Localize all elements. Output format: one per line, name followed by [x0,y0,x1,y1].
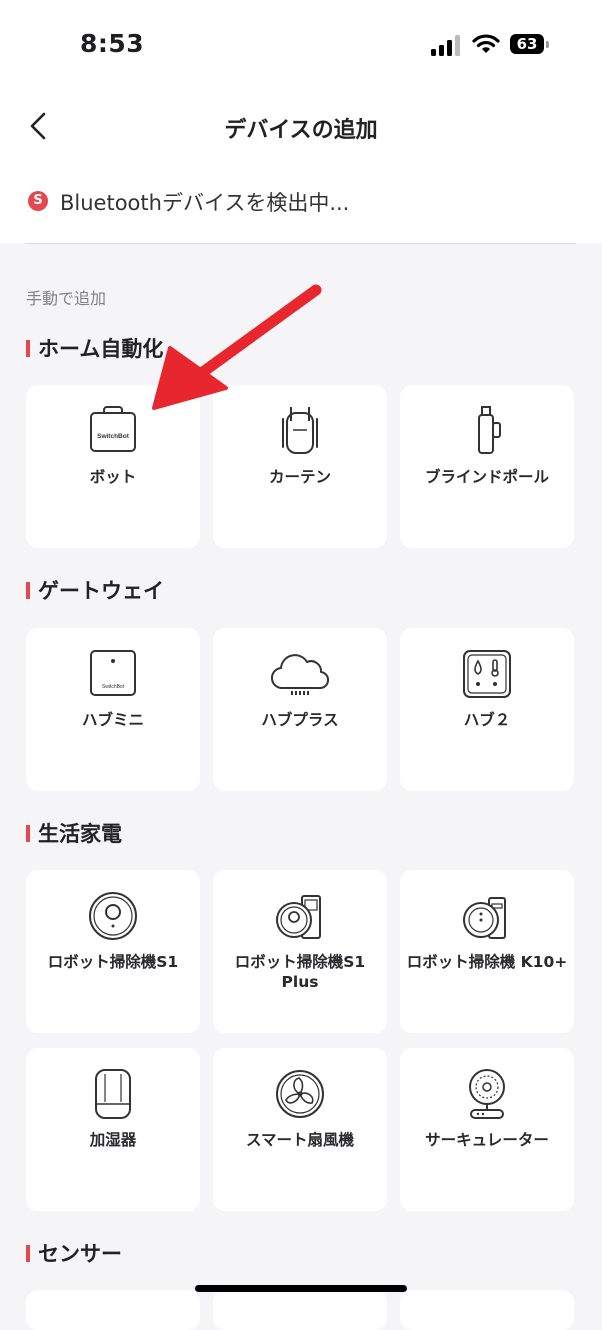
device-card-partial[interactable] [26,1290,200,1330]
blind-pole-device-icon [478,406,501,454]
device-card-robot-vacuum-k10-plus[interactable]: ロボット掃除機 K10+ [400,870,574,1033]
bot-icon-brand-text: SwitchBot [97,433,130,440]
device-label: ハブプラス [261,711,339,729]
divider [26,243,576,244]
device-card-curtain[interactable]: カーテン [213,385,387,548]
device-label: ハブミニ [81,711,144,729]
device-label: ボット [89,468,137,486]
device-label: ハブ２ [463,711,511,729]
robot-vacuum-k10-icon [463,897,506,939]
device-card-smart-fan[interactable]: スマート扇風機 [213,1048,387,1211]
hub-mini-icon-brand-text: SwitchBot [102,684,125,690]
device-card-robot-vacuum-s1[interactable]: ロボット掃除機S1 [26,870,200,1033]
nav-bar: デバイスの追加 [0,92,602,160]
device-card-hub-mini[interactable]: SwitchBot ハブミニ [26,628,200,791]
device-card-blind-tilt[interactable]: ブラインドポール [400,385,574,548]
bluetooth-scan-status: S Bluetoothデバイスを検出中... [0,160,602,243]
device-label: ロボット掃除機 K10+ [406,953,568,971]
device-card-hub-plus[interactable]: ハブプラス [213,628,387,791]
manual-add-label: 手動で追加 [26,289,107,308]
device-label: スマート扇風機 [245,1131,355,1149]
scan-status-text: Bluetoothデバイスを検出中... [60,191,350,215]
robot-vacuum-icon [89,892,137,940]
hub-2-device-icon [463,650,511,698]
switchbot-logo-icon: S [28,191,48,211]
device-label: ブラインドポール [424,468,549,486]
section-title-sensors: センサー [26,1238,122,1268]
cellular-signal-icon [431,34,461,56]
page-title: デバイスの追加 [224,118,378,143]
device-label: 加湿器 [89,1131,137,1149]
section-title-gateway: ゲートウェイ [26,575,164,605]
device-card-robot-vacuum-s1-plus[interactable]: ロボット掃除機S1 Plus [213,870,387,1033]
cloud-hub-device-icon [271,654,330,695]
circulator-fan-icon [469,1069,505,1119]
battery-icon: 63 [510,34,544,54]
device-label: ロボット掃除機S1 Plus [234,953,366,991]
home-indicator[interactable] [195,1285,407,1292]
bot-device-icon: SwitchBot [90,406,136,452]
wifi-icon [472,34,500,53]
status-time: 8:53 [80,29,145,58]
device-label: サーキュレーター [425,1131,549,1149]
device-card-partial[interactable] [400,1290,574,1330]
section-title-home-automation: ホーム自動化 [26,333,163,363]
device-label: ロボット掃除機S1 [47,953,179,971]
curtain-device-icon [282,407,318,454]
hub-mini-device-icon: SwitchBot [90,650,136,696]
robot-vacuum-with-dock-icon [276,895,321,939]
humidifier-icon [95,1069,131,1119]
device-label: カーテン [268,468,331,486]
device-card-humidifier[interactable]: 加湿器 [26,1048,200,1211]
battery-tip [546,41,549,48]
fan-icon [276,1070,324,1118]
device-card-bot[interactable]: SwitchBot ボット [26,385,200,548]
device-card-circulator[interactable]: サーキュレーター [400,1048,574,1211]
section-title-home-appliances: 生活家電 [26,818,122,848]
device-card-hub-2[interactable]: ハブ２ [400,628,574,791]
status-bar: 8:53 63 [0,0,602,92]
device-card-partial[interactable] [213,1290,387,1330]
